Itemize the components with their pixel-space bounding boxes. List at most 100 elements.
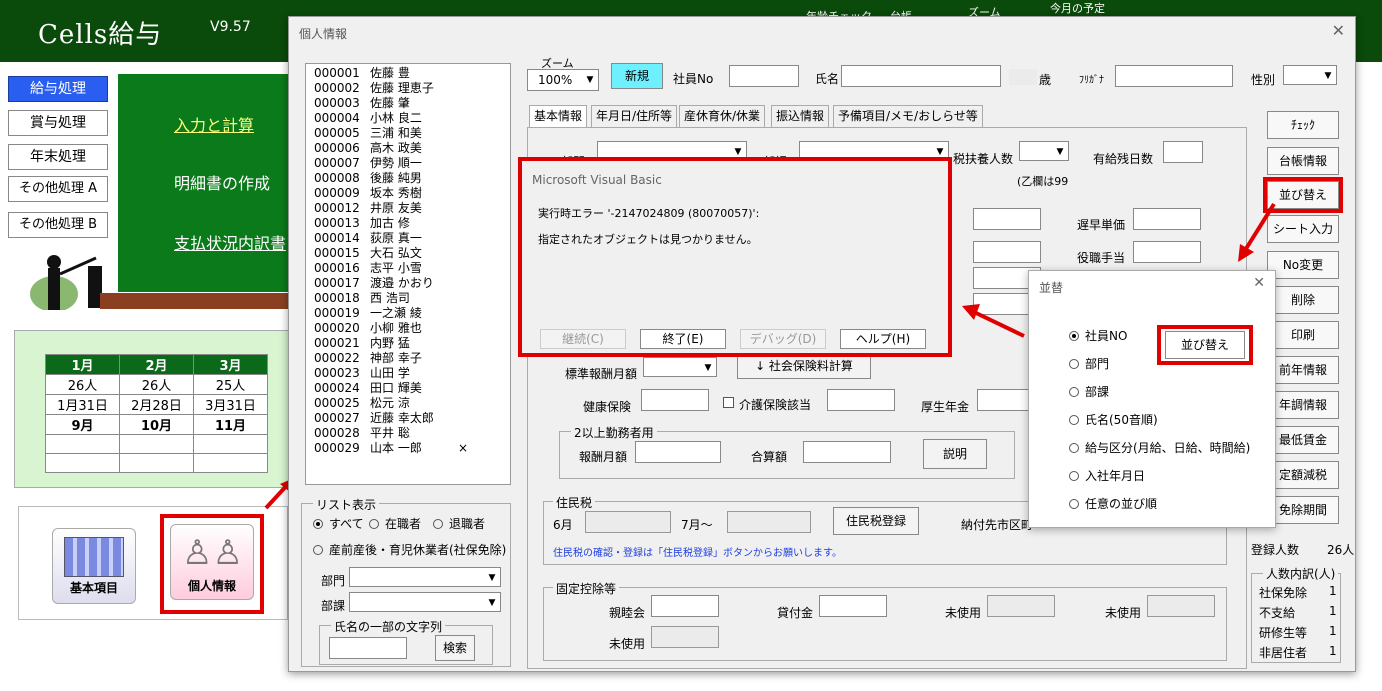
tab-leave[interactable]: 産休育休/休業 xyxy=(679,105,766,127)
resident-tax-register-button[interactable]: 住民税登録 xyxy=(833,507,919,535)
june-input[interactable] xyxy=(585,511,671,533)
employee-list-item[interactable]: 000003 佐藤 肇 xyxy=(314,96,502,111)
tab-dates[interactable]: 年月日/住所等 xyxy=(591,105,678,127)
top-link-schedule[interactable]: 今月の予定 xyxy=(1050,0,1105,16)
cal-next-month[interactable]: 10月 xyxy=(119,414,194,435)
radio-retired[interactable]: 退職者 xyxy=(433,515,485,532)
late-rate2-input[interactable] xyxy=(1133,208,1201,230)
cal-next-month[interactable]: 11月 xyxy=(193,414,268,435)
employee-list-item[interactable]: 000021 内野 猛 xyxy=(314,336,502,351)
employee-list-item[interactable]: 000016 志平 小雪 xyxy=(314,261,502,276)
cal-month[interactable]: 2月 xyxy=(119,354,194,375)
personal-info-button[interactable]: ♙♙ 個人情報 xyxy=(170,524,254,600)
sort-option[interactable]: 部課 xyxy=(1069,383,1109,400)
menu-bonus[interactable]: 賞与処理 xyxy=(8,110,108,136)
sort-option[interactable]: 部門 xyxy=(1069,355,1109,372)
employee-list-item[interactable]: 000023 山田 学 xyxy=(314,366,502,381)
radio-active[interactable]: 在職者 xyxy=(369,515,421,532)
care-input[interactable] xyxy=(827,389,895,411)
name-input[interactable] xyxy=(841,65,1001,87)
comp-month-input[interactable] xyxy=(635,441,721,463)
check-button[interactable]: ﾁｪｯｸ xyxy=(1267,111,1339,139)
employee-list-item[interactable]: 000001 佐藤 豊 xyxy=(314,66,502,81)
kana-input[interactable] xyxy=(1115,65,1233,87)
employee-list-item[interactable]: 000004 小林 良二 xyxy=(314,111,502,126)
employee-list-item[interactable]: 000015 大石 弘文 xyxy=(314,246,502,261)
loan-input[interactable] xyxy=(819,595,887,617)
filter-section-select[interactable]: ▼ xyxy=(349,592,501,612)
min-wage-button[interactable]: 最低賃金 xyxy=(1267,426,1339,454)
exemption-period-button[interactable]: 免除期間 xyxy=(1267,496,1339,524)
employee-list-item[interactable]: 000027 近藤 幸太郎 xyxy=(314,411,502,426)
menu-other-a[interactable]: その他処理 A xyxy=(8,176,108,202)
radio-leave[interactable]: 産前産後・育児休業者(社保免除) xyxy=(313,541,506,558)
dependents-select[interactable]: ▼ xyxy=(1019,141,1069,161)
tab-extra[interactable]: 予備項目/メモ/おしらせ等 xyxy=(833,105,983,127)
cal-month[interactable]: 3月 xyxy=(193,354,268,375)
radio-all[interactable]: すべて xyxy=(313,515,364,532)
sort-option[interactable]: 任意の並び順 xyxy=(1069,495,1157,512)
employee-list-item[interactable]: 000007 伊勢 順一 xyxy=(314,156,502,171)
employee-list-item[interactable]: 000028 平井 聡 xyxy=(314,426,502,441)
menu-other-b[interactable]: その他処理 B xyxy=(8,212,108,238)
ledger-info-button[interactable]: 台帳情報 xyxy=(1267,147,1339,175)
july-input[interactable] xyxy=(727,511,811,533)
late-rate-input[interactable] xyxy=(973,208,1041,230)
employee-list-item[interactable]: 000025 松元 涼 xyxy=(314,396,502,411)
sort-execute-button[interactable]: 並び替え xyxy=(1165,331,1245,359)
sort-option[interactable]: 給与区分(月給、日給、時間給) xyxy=(1069,439,1250,456)
employee-list-item[interactable]: 000029 山本 一郎 × xyxy=(314,441,502,456)
paid-leave-input[interactable] xyxy=(1163,141,1203,163)
employee-list-item[interactable]: 000008 後藤 純男 xyxy=(314,171,502,186)
employee-list-item[interactable]: 000019 一之瀬 綾 xyxy=(314,306,502,321)
search-button[interactable]: 検索 xyxy=(435,635,475,661)
social-club-input[interactable] xyxy=(651,595,719,617)
close-icon[interactable]: ✕ xyxy=(1253,275,1265,291)
gender-select[interactable]: ▼ xyxy=(1283,65,1337,85)
employee-list-item[interactable]: 000024 田口 輝美 xyxy=(314,381,502,396)
employee-list-item[interactable]: 000006 高木 政美 xyxy=(314,141,502,156)
menu-payroll[interactable]: 給与処理 xyxy=(8,76,108,102)
menu-year-end[interactable]: 年末処理 xyxy=(8,144,108,170)
new-button[interactable]: 新規 xyxy=(611,63,663,89)
allow1-input[interactable] xyxy=(973,241,1041,263)
cal-month[interactable]: 1月 xyxy=(45,354,120,375)
employee-list[interactable]: 000001 佐藤 豊 000002 佐藤 理恵子 000003 佐藤 肇 000004 小林… xyxy=(305,63,511,485)
employee-list-item[interactable]: 000012 井原 友美 xyxy=(314,201,502,216)
explain-button[interactable]: 説明 xyxy=(923,439,987,469)
sort-option[interactable]: 入社年月日 xyxy=(1069,467,1145,484)
employee-list-item[interactable]: 000002 佐藤 理恵子 xyxy=(314,81,502,96)
link-payslip[interactable]: 明細書の作成 xyxy=(174,170,270,194)
prev-year-button[interactable]: 前年情報 xyxy=(1267,356,1339,384)
fixed-tax-cut-button[interactable]: 定額減税 xyxy=(1267,461,1339,489)
care-checkbox[interactable] xyxy=(723,397,734,408)
std-month-select[interactable]: ▼ xyxy=(643,357,717,377)
employee-list-item[interactable]: 000020 小柳 雅也 xyxy=(314,321,502,336)
employee-list-item[interactable]: 000022 神部 幸子 xyxy=(314,351,502,366)
emp-no-input[interactable] xyxy=(729,65,799,87)
employee-list-item[interactable]: 000017 渡邉 かおり xyxy=(314,276,502,291)
name-search-input[interactable] xyxy=(329,637,407,659)
zoom-select[interactable]: 100% ▼ xyxy=(527,69,599,91)
health-input[interactable] xyxy=(641,389,709,411)
position-allow-input[interactable] xyxy=(1133,241,1201,263)
employee-list-item[interactable]: 000014 荻原 真一 xyxy=(314,231,502,246)
tab-bank[interactable]: 振込情報 xyxy=(771,105,830,127)
basic-items-button[interactable]: 基本項目 xyxy=(52,528,136,604)
tab-basic[interactable]: 基本情報 xyxy=(529,105,588,127)
employee-list-item[interactable]: 000018 西 浩司 xyxy=(314,291,502,306)
employee-list-item[interactable]: 000013 加古 修 xyxy=(314,216,502,231)
sort-option[interactable]: 社員NO xyxy=(1069,327,1127,344)
end-button[interactable]: 終了(E) xyxy=(640,329,726,349)
employee-list-item[interactable]: 000009 坂本 秀樹 xyxy=(314,186,502,201)
year-adjust-button[interactable]: 年調情報 xyxy=(1267,391,1339,419)
sort-option[interactable]: 氏名(50音順) xyxy=(1069,411,1158,428)
total-input[interactable] xyxy=(803,441,891,463)
cal-next-month[interactable]: 9月 xyxy=(45,414,120,435)
link-input-calc[interactable]: 入力と計算 xyxy=(174,112,254,136)
link-payment-report[interactable]: 支払状況内訳書 xyxy=(174,230,286,254)
employee-list-item[interactable]: 000005 三浦 和美 xyxy=(314,126,502,141)
close-icon[interactable]: ✕ xyxy=(1332,21,1345,40)
help-button[interactable]: ヘルプ(H) xyxy=(840,329,926,349)
print-button[interactable]: 印刷 xyxy=(1267,321,1339,349)
